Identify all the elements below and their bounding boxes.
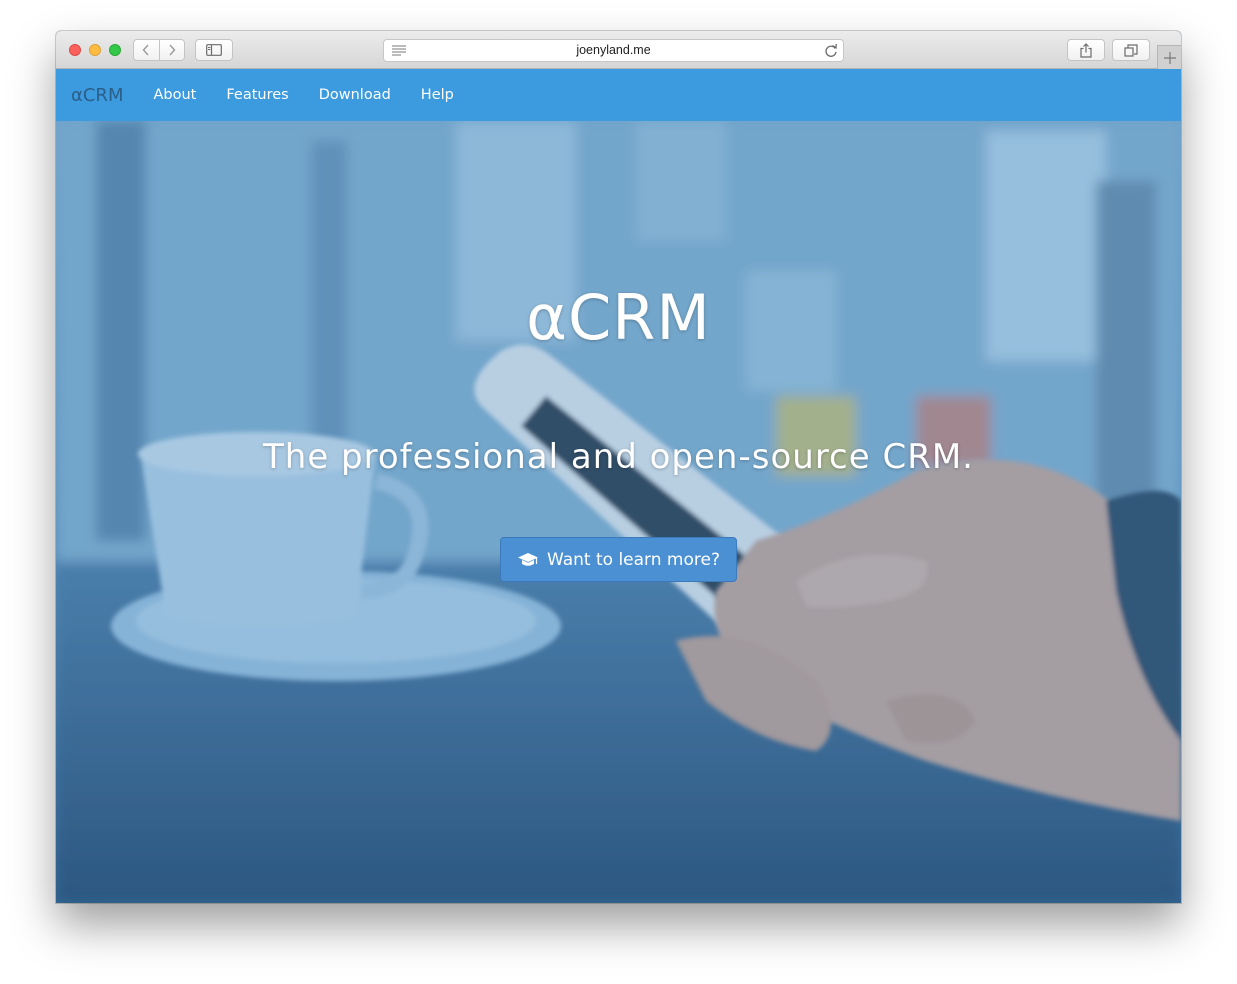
- learn-more-button[interactable]: Want to learn more?: [500, 537, 737, 582]
- sidebar-icon: [206, 44, 222, 56]
- chevron-left-icon: [142, 44, 149, 56]
- web-page: αCRM About Features Download Help αCRM T…: [56, 69, 1181, 903]
- minimize-window-button[interactable]: [89, 44, 101, 56]
- reload-icon[interactable]: [824, 43, 838, 58]
- browser-window: joenyland.me αCRM About Features Downloa…: [56, 31, 1181, 903]
- tabs-overview-icon: [1124, 43, 1138, 57]
- forward-button[interactable]: [158, 40, 185, 60]
- url-text[interactable]: joenyland.me: [384, 43, 843, 57]
- hero-title: αCRM: [526, 281, 711, 354]
- sidebar-button[interactable]: [195, 39, 233, 61]
- site-navbar: αCRM About Features Download Help: [56, 69, 1181, 121]
- browser-toolbar: joenyland.me: [56, 31, 1181, 69]
- nav-link-features[interactable]: Features: [226, 87, 288, 103]
- nav-link-about[interactable]: About: [153, 87, 196, 103]
- nav-link-help[interactable]: Help: [421, 87, 454, 103]
- graduation-cap-icon: [517, 552, 539, 568]
- zoom-window-button[interactable]: [109, 44, 121, 56]
- share-button[interactable]: [1067, 39, 1105, 61]
- hero-color-overlay: [56, 121, 1181, 903]
- back-forward-group: [133, 39, 185, 61]
- nav-link-download[interactable]: Download: [319, 87, 391, 103]
- hero-section: αCRM The professional and open-source CR…: [56, 121, 1181, 903]
- hero-subtitle: The professional and open-source CRM.: [263, 437, 974, 477]
- close-window-button[interactable]: [69, 44, 81, 56]
- brand-logo-link[interactable]: αCRM: [71, 85, 123, 106]
- chevron-right-icon: [169, 44, 176, 56]
- learn-more-button-label: Want to learn more?: [547, 549, 720, 570]
- share-icon: [1080, 42, 1092, 58]
- address-bar[interactable]: joenyland.me: [383, 39, 844, 62]
- new-tab-button[interactable]: [1157, 45, 1181, 69]
- plus-icon: [1163, 51, 1176, 64]
- back-button[interactable]: [134, 40, 159, 60]
- tabs-overview-button[interactable]: [1112, 39, 1150, 61]
